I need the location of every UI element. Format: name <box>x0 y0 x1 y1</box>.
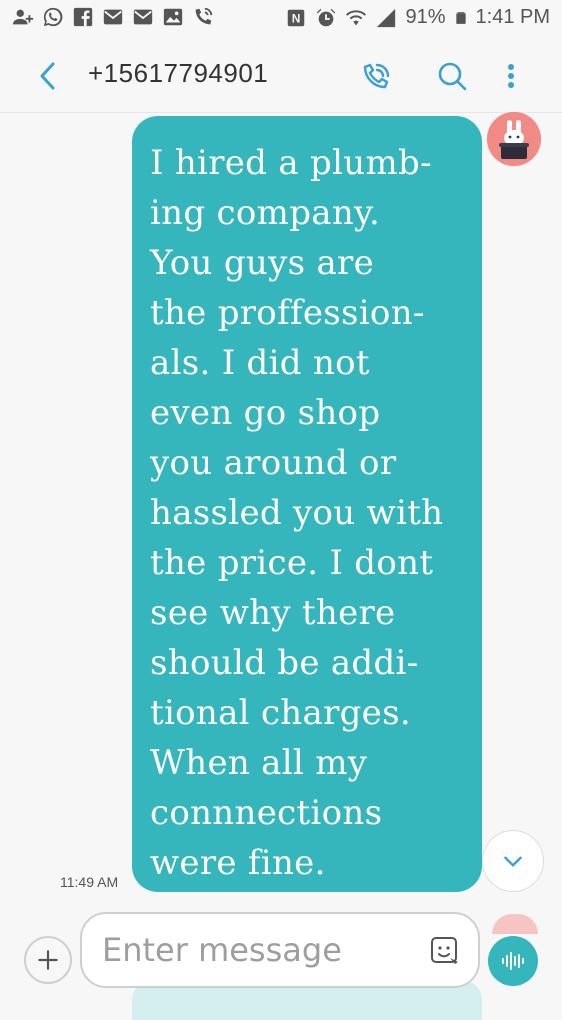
call-button[interactable] <box>358 58 394 94</box>
add-icon <box>38 950 58 970</box>
conversation-header: +15617794901 <box>0 40 562 110</box>
message-line: tional charges. <box>150 693 411 733</box>
wifi-call-icon <box>195 7 213 25</box>
message-line: When all my <box>150 743 368 783</box>
battery-percent: 91% <box>405 6 446 28</box>
email-icon <box>133 9 153 25</box>
scroll-to-bottom-button[interactable] <box>482 830 544 892</box>
search-button[interactable] <box>434 58 470 94</box>
message-line: als. I did not <box>150 343 370 383</box>
message-line: You guys are <box>150 243 375 283</box>
message-bubble[interactable]: I hired a plumb-ing company. You guys are… <box>132 116 482 892</box>
voice-record-button[interactable] <box>488 936 538 986</box>
mail-icon <box>103 9 123 25</box>
header-divider <box>0 112 562 113</box>
message-input[interactable] <box>102 928 422 972</box>
message-timestamp: 11:49 AM <box>60 874 119 890</box>
back-button[interactable] <box>34 60 62 92</box>
search-icon <box>438 62 467 91</box>
sticker-button[interactable] <box>428 934 462 968</box>
message-line: connnections <box>150 793 383 833</box>
alarm-icon <box>317 8 336 26</box>
status-bar: N 91% 1:41 PM <box>0 0 562 36</box>
person-add-icon <box>12 9 34 25</box>
status-notification-icons <box>12 6 214 28</box>
nfc-icon: N <box>288 9 305 26</box>
message-line: the proffession- <box>150 293 425 333</box>
status-system-icons: N 91% 1:41 PM <box>285 6 550 29</box>
sticker-icon <box>431 937 458 964</box>
message-line: I hired a plumb- <box>150 143 432 183</box>
svg-text:N: N <box>292 11 301 25</box>
voice-icon <box>502 952 524 970</box>
message-line: should be addi- <box>150 643 419 683</box>
message-input-box[interactable] <box>80 912 480 988</box>
contact-title: +15617794901 <box>88 58 269 88</box>
next-avatar-peek <box>492 914 538 934</box>
bunny-icon <box>487 112 541 166</box>
wifi-call-icon <box>363 63 390 89</box>
whatsapp-icon <box>43 7 63 27</box>
sender-avatar[interactable] <box>487 112 541 166</box>
back-icon <box>40 62 55 90</box>
chevron-down-icon <box>504 856 522 867</box>
wifi-icon <box>346 9 367 25</box>
more-vertical-icon <box>508 64 514 88</box>
message-line: hassled you with <box>150 493 444 533</box>
message-line: even go shop <box>150 393 381 433</box>
status-time: 1:41 PM <box>475 6 550 28</box>
message-line: were fine. <box>150 843 326 883</box>
add-attachment-button[interactable] <box>24 936 72 984</box>
message-line: you around or <box>150 443 397 483</box>
message-line: the price. I dont <box>150 543 434 583</box>
more-options-button[interactable] <box>496 58 526 94</box>
message-line: ing company. <box>150 193 381 233</box>
battery-icon <box>455 11 466 24</box>
signal-icon <box>377 8 396 27</box>
message-line: see why there <box>150 593 396 633</box>
gallery-icon <box>163 8 183 26</box>
facebook-icon <box>73 7 93 27</box>
